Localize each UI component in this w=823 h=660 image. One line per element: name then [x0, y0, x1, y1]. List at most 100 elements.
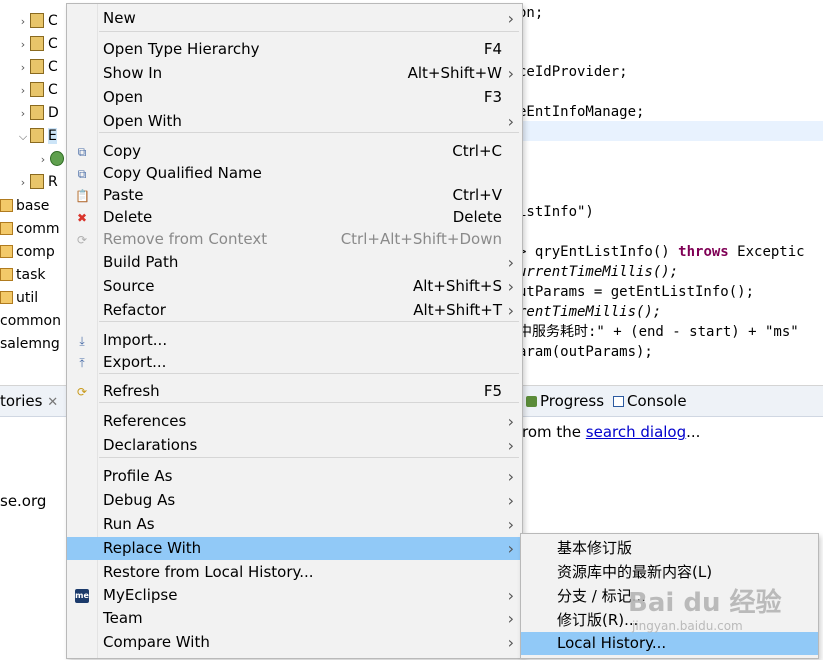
menu-item-open[interactable]: Open F3: [67, 86, 522, 109]
code-text: istInfo"): [518, 204, 594, 220]
java-file-icon: [30, 81, 44, 97]
refresh-icon: ⟳: [76, 385, 88, 399]
menu-item-label: Open Type Hierarchy: [103, 40, 260, 58]
menu-item-delete[interactable]: ✖ Delete Delete: [67, 206, 522, 229]
menu-item-label: Debug As: [103, 491, 176, 509]
chevron-down-icon[interactable]: ⌵: [16, 126, 30, 148]
menu-item-myeclipse[interactable]: me MyEclipse ›: [67, 584, 522, 607]
search-dialog-link[interactable]: search dialog: [586, 423, 686, 441]
chevron-right-icon[interactable]: ›: [16, 80, 30, 102]
tree-item[interactable]: › D: [16, 102, 59, 124]
menu-item-build-path[interactable]: Build Path ›: [67, 251, 522, 274]
tab-repositories[interactable]: tories ✕: [0, 392, 58, 410]
baidu-watermark: Bai du 经验 jingyan.baidu.com: [628, 582, 782, 633]
package-label: task: [16, 267, 46, 283]
menu-item-shortcut: F3: [483, 88, 502, 106]
copy-icon: ⧉: [77, 145, 87, 159]
menu-item-references[interactable]: References ›: [67, 410, 522, 433]
menu-item-label: Refactor: [103, 301, 166, 319]
chevron-right-icon[interactable]: ›: [16, 103, 30, 125]
menu-item-refactor[interactable]: Refactor Alt+Shift+T ›: [67, 299, 522, 322]
tree-item[interactable]: ⌵ E: [16, 125, 57, 147]
tree-item[interactable]: › C: [16, 10, 58, 32]
chevron-right-icon: ›: [507, 253, 514, 272]
tab-progress[interactable]: Progress: [526, 392, 604, 410]
chevron-right-icon[interactable]: ›: [16, 57, 30, 79]
menu-item-label: Run As: [103, 515, 155, 533]
menu-item-new[interactable]: New ›: [67, 7, 522, 30]
menu-item-debug-as[interactable]: Debug As ›: [67, 489, 522, 512]
menu-item-label: Copy Qualified Name: [103, 164, 262, 182]
tree-item[interactable]: ›: [36, 148, 68, 170]
chevron-right-icon: ›: [507, 515, 514, 534]
menu-item-compare-with[interactable]: Compare With ›: [67, 631, 522, 654]
tab-console[interactable]: Console: [613, 392, 687, 410]
code-line: urrentTimeMillis();: [518, 262, 678, 282]
menu-item-team[interactable]: Team ›: [67, 607, 522, 630]
package-item[interactable]: comp: [0, 241, 55, 263]
package-item[interactable]: util: [0, 287, 38, 309]
menu-item-label: Import...: [103, 331, 168, 349]
tab-progress-label: Progress: [540, 392, 605, 410]
submenu-item-label: 修订版(R)...: [557, 611, 639, 629]
chevron-right-icon[interactable]: ›: [16, 172, 30, 194]
menu-item-label: Profile As: [103, 467, 173, 485]
chevron-right-icon: ›: [507, 301, 514, 320]
module-item[interactable]: salemng: [0, 333, 60, 355]
menu-item-replace-with[interactable]: Replace With ›: [67, 537, 522, 560]
menu-item-open-type-hierarchy[interactable]: Open Type Hierarchy F4: [67, 38, 522, 61]
menu-item-open-with[interactable]: Open With ›: [67, 110, 522, 133]
tree-item[interactable]: › C: [16, 56, 58, 78]
tree-item[interactable]: › C: [16, 79, 58, 101]
menu-item-import[interactable]: ⤓ Import...: [67, 329, 522, 352]
menu-item-label: Delete: [103, 208, 153, 226]
code-line: ceIdProvider;: [518, 62, 628, 82]
code-line: aram(outParams);: [518, 342, 653, 362]
chevron-right-icon[interactable]: ›: [36, 149, 50, 171]
chevron-right-icon[interactable]: ›: [16, 34, 30, 56]
menu-item-label: Replace With: [103, 539, 202, 557]
menu-item-label: Team: [103, 609, 143, 627]
menu-item-paste[interactable]: 📋 Paste Ctrl+V: [67, 184, 522, 207]
menu-item-export[interactable]: ⤒ Export...: [67, 351, 522, 374]
menu-item-label: Paste: [103, 186, 144, 204]
package-label: util: [16, 290, 39, 306]
menu-item-shortcut: Alt+Shift+T: [413, 301, 502, 319]
package-item[interactable]: task: [0, 264, 45, 286]
menu-item-restore-from-local-history[interactable]: Restore from Local History...: [67, 561, 522, 584]
tree-item[interactable]: › R: [16, 171, 58, 193]
module-item[interactable]: common: [0, 310, 61, 332]
import-icon: ⤓: [79, 334, 85, 348]
code-line: rentTimeMillis();: [518, 302, 661, 322]
package-icon: [0, 244, 13, 258]
submenu-item[interactable]: 基本修订版: [521, 537, 818, 560]
tree-item[interactable]: › C: [16, 33, 58, 55]
java-file-icon: [30, 104, 44, 120]
code-text: utParams = getEntListInfo();: [518, 284, 755, 300]
search-hint-suffix: ...: [686, 423, 701, 441]
close-icon[interactable]: ✕: [47, 395, 58, 410]
submenu-item[interactable]: Local History...: [521, 632, 818, 655]
chevron-right-icon[interactable]: ›: [16, 11, 30, 33]
submenu-item[interactable]: 资源库中的最新内容(L): [521, 561, 818, 584]
menu-item-refresh[interactable]: ⟳ Refresh F5: [67, 380, 522, 403]
menu-item-remove-from-context[interactable]: ⟳ Remove from Context Ctrl+Alt+Shift+Down: [67, 228, 522, 251]
context-menu: New › Open Type Hierarchy F4 Show In Alt+Shif…: [66, 3, 523, 659]
menu-item-show-in[interactable]: Show In Alt+Shift+W ›: [67, 62, 522, 85]
package-item[interactable]: base: [0, 195, 49, 217]
menu-item-declarations[interactable]: Declarations ›: [67, 434, 522, 457]
menu-item-run-as[interactable]: Run As ›: [67, 513, 522, 536]
menu-item-source[interactable]: Source Alt+Shift+S ›: [67, 275, 522, 298]
menu-item-copy-qualified-name[interactable]: ⧉ Copy Qualified Name: [67, 162, 522, 185]
menu-item-copy[interactable]: ⧉ Copy Ctrl+C: [67, 140, 522, 163]
paste-icon: 📋: [75, 189, 90, 203]
package-label: base: [16, 198, 50, 214]
menu-item-shortcut: F4: [483, 40, 502, 58]
package-item[interactable]: comm: [0, 218, 60, 240]
progress-icon: [526, 396, 537, 407]
menu-separator: [99, 457, 519, 458]
tree-item-label: E: [48, 128, 57, 144]
menu-item-shortcut: Ctrl+C: [452, 142, 502, 160]
menu-item-profile-as[interactable]: Profile As ›: [67, 465, 522, 488]
chevron-right-icon: ›: [507, 633, 514, 652]
